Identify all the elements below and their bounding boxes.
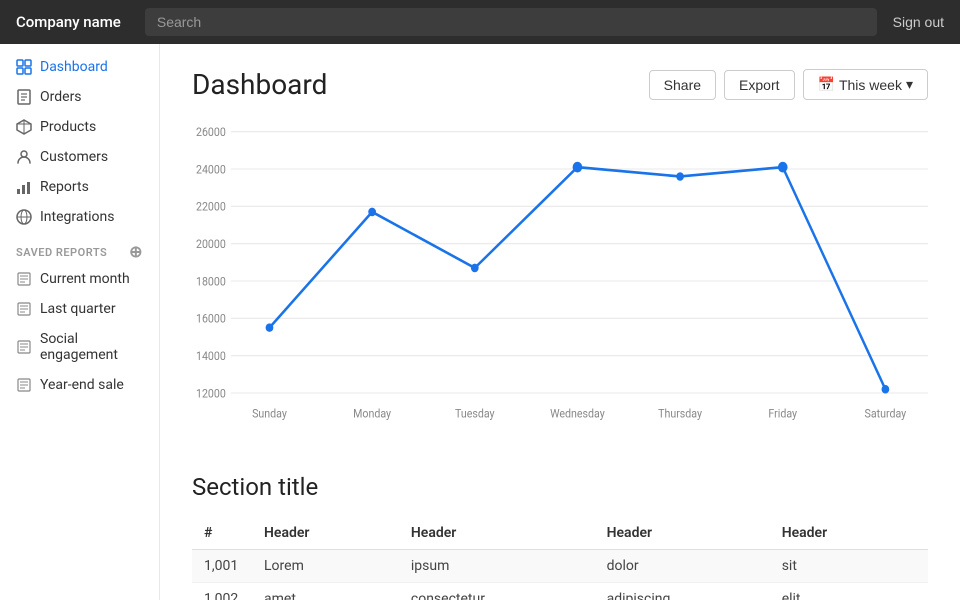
report-file-icon (16, 339, 32, 355)
share-button[interactable]: Share (649, 70, 716, 100)
table-cell-r1-c4: elit (770, 583, 928, 600)
sidebar-item-current-month[interactable]: Current month (0, 264, 159, 294)
chart-svg: 26000 24000 22000 20000 18000 16000 1400… (192, 121, 928, 441)
period-button[interactable]: 📅 This week ▾ (803, 69, 929, 100)
table-row: 1,002ametconsecteturadipiscingelit (192, 583, 928, 600)
report-file-icon (16, 271, 32, 287)
saved-report-label-social-engagement: Social engagement (40, 331, 143, 363)
period-label: This week (839, 77, 902, 93)
sidebar-label-reports: Reports (40, 179, 89, 195)
report-file-icon (16, 377, 32, 393)
svg-text:18000: 18000 (196, 275, 226, 289)
table-cell-r1-c1: amet (252, 583, 399, 600)
svg-text:12000: 12000 (196, 387, 226, 401)
export-button[interactable]: Export (724, 70, 794, 100)
bar-chart-icon (16, 179, 32, 195)
sidebar-label-products: Products (40, 119, 96, 135)
table-cell-r1-c3: adipiscing (595, 583, 770, 600)
file-icon (16, 89, 32, 105)
svg-text:24000: 24000 (196, 163, 226, 177)
layout: Dashboard Orders Products Customers Reports I… (0, 44, 960, 600)
person-icon (16, 149, 32, 165)
svg-text:20000: 20000 (196, 237, 226, 251)
sidebar-item-reports[interactable]: Reports (0, 172, 159, 202)
saved-report-label-last-quarter: Last quarter (40, 301, 116, 317)
sidebar-item-dashboard[interactable]: Dashboard (0, 52, 159, 82)
sidebar-label-integrations: Integrations (40, 209, 114, 225)
sidebar-label-orders: Orders (40, 89, 82, 105)
header-actions: Share Export 📅 This week ▾ (649, 69, 928, 100)
report-file-icon (16, 301, 32, 317)
svg-text:26000: 26000 (196, 125, 226, 139)
svg-text:Sunday: Sunday (252, 407, 287, 421)
svg-text:Friday: Friday (768, 407, 797, 421)
saved-report-label-year-end-sale: Year-end sale (40, 377, 124, 393)
sidebar-item-last-quarter[interactable]: Last quarter (0, 294, 159, 324)
table-cell-r1-c2: consectetur (399, 583, 595, 600)
sidebar-item-year-end-sale[interactable]: Year-end sale (0, 370, 159, 400)
chevron-down-icon: ▾ (906, 76, 913, 93)
signout-button[interactable]: Sign out (893, 14, 944, 30)
svg-text:Wednesday: Wednesday (550, 407, 605, 421)
grid-icon (16, 59, 32, 75)
calendar-icon: 📅 (818, 76, 835, 93)
layers-icon (16, 209, 32, 225)
table-header-header: Header (770, 517, 928, 550)
sidebar-item-orders[interactable]: Orders (0, 82, 159, 112)
sidebar-item-customers[interactable]: Customers (0, 142, 159, 172)
svg-text:Thursday: Thursday (658, 407, 703, 421)
sidebar-item-integrations[interactable]: Integrations (0, 202, 159, 232)
brand-name: Company name (16, 13, 121, 31)
table-header-header: Header (399, 517, 595, 550)
tag-icon (16, 119, 32, 135)
table-row: 1,001Loremipsumdolorsit (192, 550, 928, 583)
topbar: Company name Sign out (0, 0, 960, 44)
table-body: 1,001Loremipsumdolorsit1,002ametconsecte… (192, 550, 928, 600)
table-header-row: #HeaderHeaderHeaderHeader (192, 517, 928, 550)
data-table: #HeaderHeaderHeaderHeader 1,001Loremipsu… (192, 517, 928, 600)
sidebar-item-social-engagement[interactable]: Social engagement (0, 324, 159, 370)
main-content: Dashboard Share Export 📅 This week ▾ (160, 44, 960, 600)
saved-reports-text: SAVED REPORTS (16, 246, 107, 259)
svg-text:14000: 14000 (196, 349, 226, 363)
table-cell-r0-c4: sit (770, 550, 928, 583)
table-header-header: Header (252, 517, 399, 550)
svg-text:16000: 16000 (196, 312, 226, 326)
sidebar-item-products[interactable]: Products (0, 112, 159, 142)
table-cell-r0-c2: ipsum (399, 550, 595, 583)
saved-report-label-current-month: Current month (40, 271, 130, 287)
table-header-header: Header (595, 517, 770, 550)
page-header: Dashboard Share Export 📅 This week ▾ (192, 68, 928, 101)
table-cell-r0-c3: dolor (595, 550, 770, 583)
table-cell-r0-c1: Lorem (252, 550, 399, 583)
sidebar: Dashboard Orders Products Customers Reports I… (0, 44, 160, 600)
svg-text:22000: 22000 (196, 200, 226, 214)
section-title: Section title (192, 473, 928, 501)
line-chart: 26000 24000 22000 20000 18000 16000 1400… (192, 121, 928, 441)
sidebar-label-customers: Customers (40, 149, 108, 165)
table-cell-r1-c0: 1,002 (192, 583, 252, 600)
add-report-button[interactable]: ⊕ (129, 244, 143, 260)
svg-text:Tuesday: Tuesday (455, 407, 495, 421)
table-cell-r0-c0: 1,001 (192, 550, 252, 583)
page-title: Dashboard (192, 68, 327, 101)
table-head: #HeaderHeaderHeaderHeader (192, 517, 928, 550)
sidebar-label-dashboard: Dashboard (40, 59, 108, 75)
table-header-num: # (192, 517, 252, 550)
search-input[interactable] (145, 8, 877, 36)
saved-reports-label: SAVED REPORTS ⊕ (0, 232, 159, 264)
svg-text:Monday: Monday (353, 407, 392, 421)
svg-text:Saturday: Saturday (865, 407, 907, 421)
